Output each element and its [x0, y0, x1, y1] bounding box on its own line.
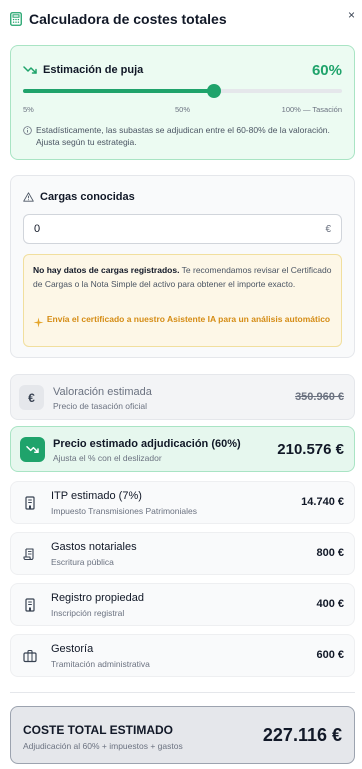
- cost-item-title: Registro propiedad: [51, 592, 144, 604]
- alert-title: No hay datos de cargas registrados.: [33, 265, 180, 275]
- page-title: Calculadora de costes totales: [29, 11, 227, 27]
- cost-item-subtitle: Escritura pública: [51, 557, 114, 567]
- known-loads-header: Cargas conocidas: [23, 191, 135, 203]
- total-amount: 227.116 €: [262, 725, 342, 745]
- cost-item-agency: Gestoría Tramitación administrativa 600 …: [10, 634, 355, 677]
- adjudication-subtitle: Ajusta el % con el deslizador: [53, 453, 162, 463]
- trending-down-icon: [23, 66, 37, 74]
- cost-item-amount: 600 €: [316, 649, 344, 661]
- cost-item-subtitle: Impuesto Transmisiones Patrimoniales: [51, 506, 197, 516]
- briefcase-icon: [23, 649, 37, 663]
- adjudication-amount: 210.576 €: [277, 441, 344, 458]
- adjudication-row: Precio estimado adjudicación (60%) Ajust…: [10, 426, 355, 472]
- slider-max-label: 100% — Tasación: [281, 105, 342, 114]
- slider-min-label: 5%: [23, 105, 34, 114]
- alert-message: No hay datos de cargas registrados. Te r…: [33, 264, 333, 291]
- info-icon: [23, 126, 32, 135]
- known-loads-label: Cargas conocidas: [40, 191, 135, 203]
- trending-down-badge: [20, 437, 45, 462]
- bid-note-text: Estadísticamente, las subastas se adjudi…: [36, 125, 330, 147]
- bid-estimate-label: Estimación de puja: [43, 64, 144, 76]
- bid-slider[interactable]: [23, 84, 342, 98]
- slider-handle[interactable]: [207, 84, 222, 98]
- cost-item-subtitle: Inscripción registral: [51, 608, 125, 618]
- scroll-icon: [23, 548, 34, 561]
- ai-assistant-link-row[interactable]: Envía el certificado a nuestro Asistente…: [33, 313, 333, 328]
- slider-mid-label: 50%: [174, 105, 191, 114]
- bid-note: Estadísticamente, las subastas se adjudi…: [23, 124, 342, 148]
- valuation-row: € Valoración estimada Precio de tasación…: [10, 374, 355, 420]
- building-icon: [25, 496, 35, 510]
- cost-item-title: ITP estimado (7%): [51, 490, 142, 502]
- calculator-icon: [10, 12, 22, 26]
- bid-estimate-header: Estimación de puja 60%: [23, 60, 342, 80]
- total-subtitle: Adjudicación al 60% + impuestos + gastos: [23, 741, 183, 751]
- slider-ticks: 5% 50% 100% — Tasación: [23, 105, 342, 117]
- warning-icon: [23, 192, 34, 202]
- sparkle-icon: [33, 317, 44, 328]
- valuation-subtitle: Precio de tasación oficial: [53, 401, 148, 411]
- building-icon: [25, 598, 35, 612]
- euro-icon: €: [19, 385, 44, 410]
- known-loads-card: Cargas conocidas 0 € No hay datos de car…: [10, 175, 355, 358]
- valuation-title: Valoración estimada: [53, 386, 152, 398]
- bid-estimate-card: Estimación de puja 60% 5% 50% 100% — Tas…: [10, 45, 355, 160]
- header: Calculadora de costes totales ×: [10, 8, 355, 30]
- cost-item-amount: 800 €: [316, 547, 344, 559]
- adjudication-title: Precio estimado adjudicación (60%): [53, 438, 241, 450]
- trending-down-icon: [26, 446, 39, 453]
- cost-item-notary: Gastos notariales Escritura pública 800 …: [10, 532, 355, 575]
- loads-amount-value[interactable]: 0: [34, 223, 40, 235]
- currency-suffix: €: [325, 224, 331, 235]
- total-title: COSTE TOTAL ESTIMADO: [23, 723, 174, 737]
- cost-item-amount: 14.740 €: [301, 496, 344, 508]
- loads-amount-input[interactable]: 0 €: [23, 214, 342, 244]
- bid-percent-value: 60%: [311, 61, 342, 79]
- total-cost-card: COSTE TOTAL ESTIMADO Adjudicación al 60%…: [10, 706, 355, 764]
- cost-item-itp: ITP estimado (7%) Impuesto Transmisiones…: [10, 481, 355, 524]
- slider-fill: [23, 89, 215, 93]
- cost-item-title: Gastos notariales: [51, 541, 137, 553]
- divider: [10, 692, 355, 693]
- cost-item-registry: Registro propiedad Inscripción registral…: [10, 583, 355, 626]
- no-loads-alert: No hay datos de cargas registrados. Te r…: [23, 254, 342, 347]
- cost-item-title: Gestoría: [51, 643, 94, 655]
- ai-assistant-link[interactable]: Envía el certificado a nuestro Asistente…: [44, 313, 333, 325]
- cost-item-subtitle: Tramitación administrativa: [51, 659, 150, 669]
- cost-item-amount: 400 €: [316, 598, 344, 610]
- valuation-amount: 350.960 €: [295, 391, 344, 403]
- close-icon[interactable]: ×: [348, 8, 355, 22]
